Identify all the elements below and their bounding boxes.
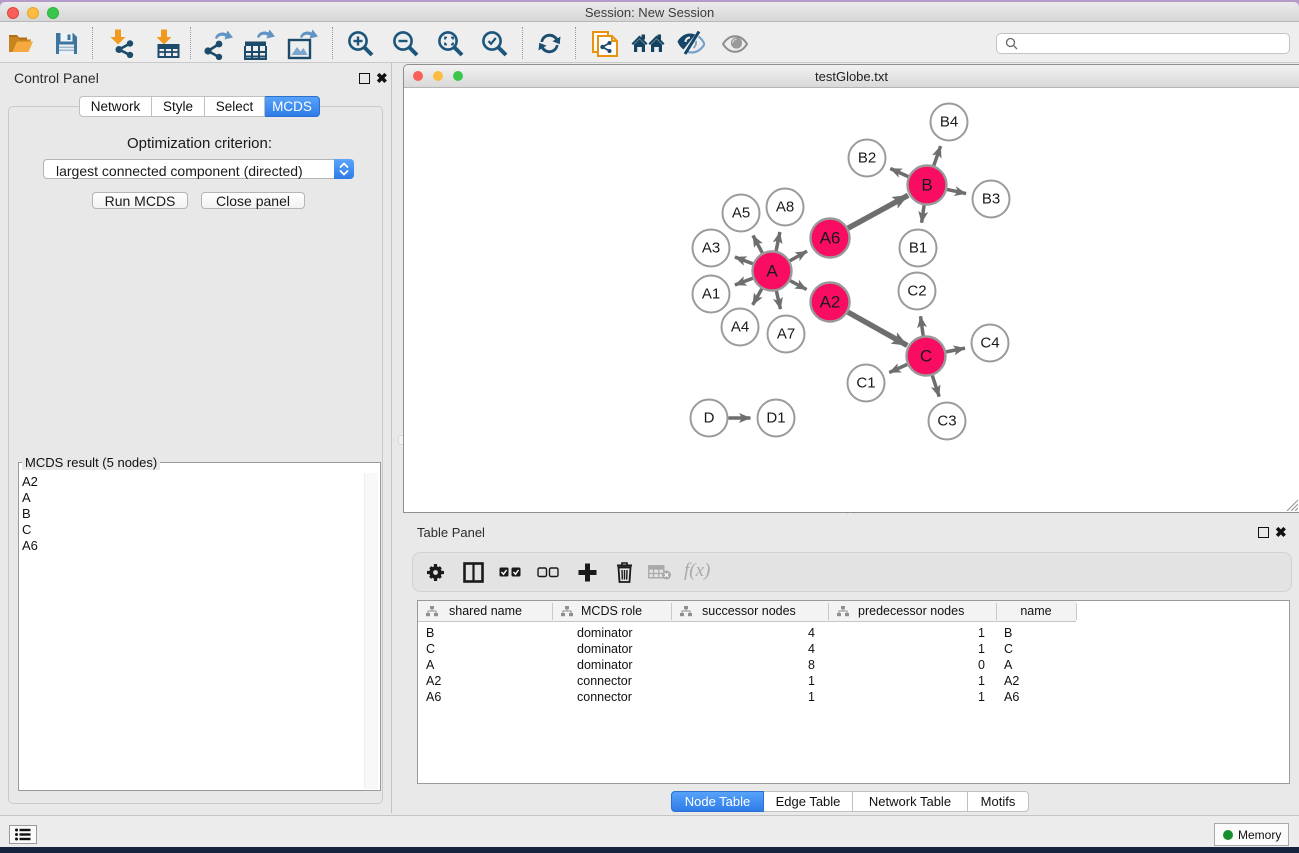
- svg-text:B3: B3: [982, 191, 1000, 208]
- svg-text:A6: A6: [820, 229, 841, 248]
- svg-text:A3: A3: [702, 240, 720, 257]
- svg-text:A8: A8: [776, 199, 794, 216]
- svg-text:D1: D1: [766, 410, 785, 427]
- svg-text:A: A: [766, 262, 778, 281]
- svg-text:B1: B1: [909, 240, 927, 257]
- svg-text:C4: C4: [980, 335, 999, 352]
- svg-text:A2: A2: [820, 293, 841, 312]
- svg-text:A7: A7: [777, 326, 795, 343]
- svg-text:C3: C3: [937, 413, 956, 430]
- svg-text:C2: C2: [907, 283, 926, 300]
- svg-text:C: C: [920, 347, 932, 366]
- svg-text:B2: B2: [858, 150, 876, 167]
- svg-text:C1: C1: [856, 375, 875, 392]
- svg-text:A5: A5: [732, 205, 750, 222]
- svg-text:A4: A4: [731, 319, 749, 336]
- svg-text:B4: B4: [940, 114, 958, 131]
- svg-text:A1: A1: [702, 286, 720, 303]
- svg-text:B: B: [921, 176, 932, 195]
- svg-text:D: D: [704, 410, 715, 427]
